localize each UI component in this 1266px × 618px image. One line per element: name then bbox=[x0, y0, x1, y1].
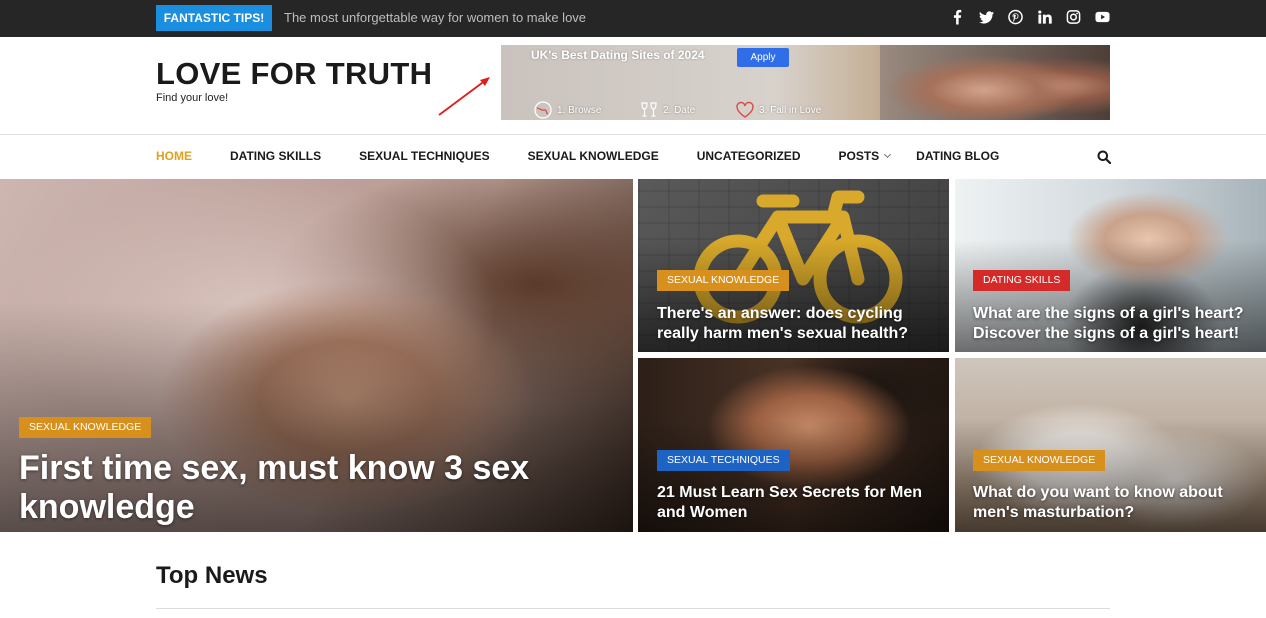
nav-dating-blog[interactable]: DATING BLOG bbox=[916, 148, 999, 164]
nav-sexual-techniques[interactable]: SEXUAL TECHNIQUES bbox=[359, 148, 489, 164]
nav-posts[interactable]: POSTS bbox=[838, 148, 892, 164]
ad-step-fall-in-love: 3. Fall in Love bbox=[735, 100, 821, 120]
main-navigation: HOME DATING SKILLS SEXUAL TECHNIQUES SEX… bbox=[156, 148, 1037, 164]
site-tagline: Find your love! bbox=[156, 92, 229, 104]
ad-step-browse: 1. Browse bbox=[533, 100, 601, 120]
nav-sexual-knowledge[interactable]: SEXUAL KNOWLEDGE bbox=[528, 148, 659, 164]
dating-sites-ad-banner[interactable]: UK's Best Dating Sites of 2024 Apply 1. … bbox=[501, 45, 1110, 120]
facebook-icon[interactable] bbox=[950, 9, 965, 25]
category-badge[interactable]: DATING SKILLS bbox=[973, 270, 1071, 291]
pinterest-icon[interactable] bbox=[1008, 9, 1023, 25]
ad-step-label: 3. Fall in Love bbox=[759, 104, 822, 116]
post-title[interactable]: 21 Must Learn Sex Secrets for Men and Wo… bbox=[657, 483, 942, 523]
nav-home[interactable]: HOME bbox=[156, 148, 192, 164]
red-arrow-annotation bbox=[438, 77, 490, 116]
featured-post-girls-heart[interactable]: DATING SKILLS What are the signs of a gi… bbox=[955, 179, 1266, 352]
ad-title: UK's Best Dating Sites of 2024 bbox=[531, 48, 705, 62]
ad-couple-image bbox=[880, 45, 1110, 120]
site-logo[interactable]: LOVE FOR TRUTH bbox=[156, 56, 432, 92]
nav-posts-label: POSTS bbox=[838, 149, 880, 163]
featured-post-sex-secrets[interactable]: SEXUAL TECHNIQUES 21 Must Learn Sex Secr… bbox=[638, 358, 949, 532]
youtube-icon[interactable] bbox=[1095, 9, 1110, 25]
post-title[interactable]: There's an answer: does cycling really h… bbox=[657, 304, 942, 344]
category-badge[interactable]: SEXUAL KNOWLEDGE bbox=[657, 270, 790, 291]
chevron-down-icon bbox=[884, 150, 892, 159]
search-icon[interactable] bbox=[1097, 150, 1111, 164]
ad-apply-button[interactable]: Apply bbox=[737, 48, 789, 67]
linkedin-icon[interactable] bbox=[1037, 9, 1052, 25]
ad-step-label: 2. Date bbox=[663, 104, 696, 116]
category-badge[interactable]: SEXUAL KNOWLEDGE bbox=[19, 417, 152, 438]
category-badge[interactable]: SEXUAL KNOWLEDGE bbox=[973, 450, 1106, 471]
tip-headline-link[interactable]: The most unforgettable way for women to … bbox=[284, 0, 586, 35]
twitter-icon[interactable] bbox=[979, 9, 994, 25]
wine-glasses-icon bbox=[641, 102, 657, 117]
fantastic-tips-badge[interactable]: FANTASTIC TIPS! bbox=[156, 5, 272, 31]
post-title[interactable]: What are the signs of a girl's heart? Di… bbox=[973, 304, 1263, 344]
instagram-icon[interactable] bbox=[1066, 9, 1081, 25]
post-title[interactable]: First time sex, must know 3 sex knowledg… bbox=[19, 449, 579, 527]
category-badge[interactable]: SEXUAL TECHNIQUES bbox=[657, 450, 790, 471]
top-bar: FANTASTIC TIPS! The most unforgettable w… bbox=[0, 0, 1266, 37]
nav-dating-skills[interactable]: DATING SKILLS bbox=[230, 148, 321, 164]
ad-step-label: 1. Browse bbox=[557, 104, 602, 116]
header-divider bbox=[0, 134, 1266, 135]
section-divider bbox=[156, 608, 1110, 609]
nav-uncategorized[interactable]: UNCATEGORIZED bbox=[697, 148, 801, 164]
globe-icon bbox=[534, 101, 552, 119]
social-links bbox=[950, 9, 1110, 25]
featured-post-cycling[interactable]: SEXUAL KNOWLEDGE There's an answer: does… bbox=[638, 179, 949, 352]
featured-post-masturbation[interactable]: SEXUAL KNOWLEDGE What do you want to kno… bbox=[955, 358, 1266, 532]
featured-post-main[interactable]: SEXUAL KNOWLEDGE First time sex, must kn… bbox=[0, 179, 633, 532]
post-title[interactable]: What do you want to know about men's mas… bbox=[973, 483, 1263, 523]
ad-step-date: 2. Date bbox=[639, 100, 695, 120]
section-title-top-news: Top News bbox=[156, 562, 268, 589]
heart-icon bbox=[736, 101, 754, 118]
